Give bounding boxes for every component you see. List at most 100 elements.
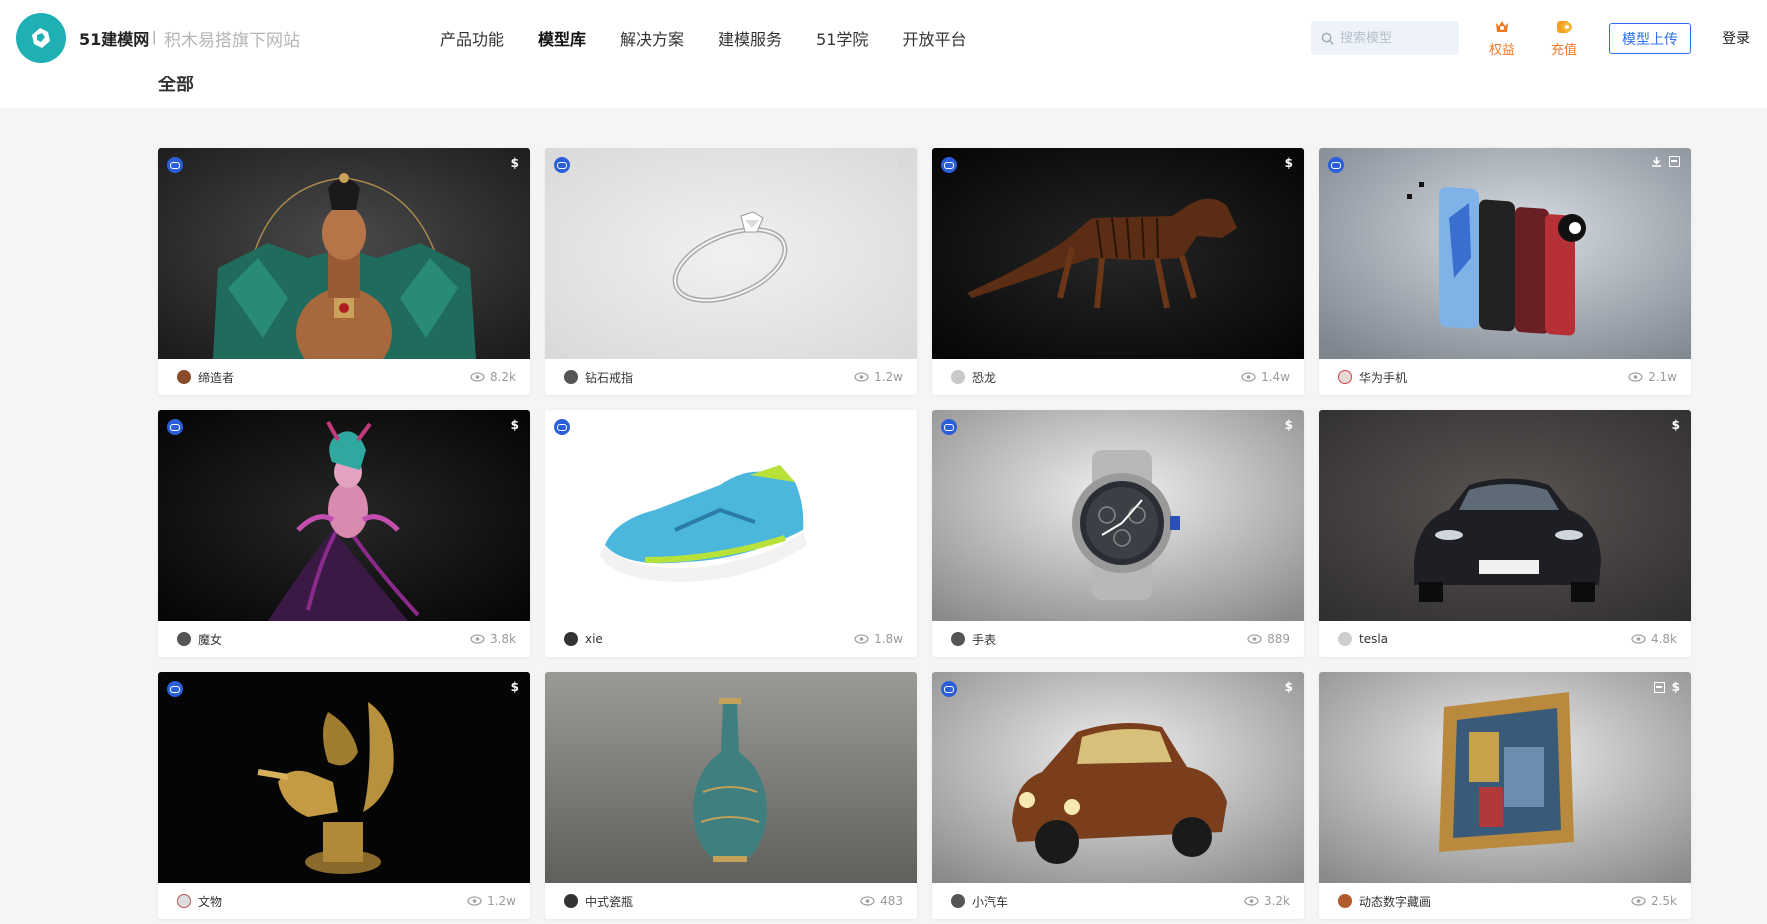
- card-footer: tesla 4.8k: [1319, 621, 1691, 657]
- nav-item-academy[interactable]: 51学院: [816, 26, 868, 50]
- model-card[interactable]: $ 文物 1.2w: [158, 672, 530, 919]
- view-count-value: 1.2w: [487, 894, 516, 908]
- framed-painting-model-image: [1319, 672, 1691, 883]
- model-card[interactable]: xie 1.8w: [545, 410, 917, 657]
- card-footer: 恐龙 1.4w: [932, 359, 1304, 395]
- author-avatar[interactable]: [564, 632, 578, 646]
- author-avatar[interactable]: [177, 370, 191, 384]
- nav-item-open-platform[interactable]: 开放平台: [902, 26, 966, 50]
- view-count-value: 2.5k: [1650, 894, 1677, 908]
- rights-link[interactable]: 权益: [1489, 17, 1515, 58]
- author-avatar[interactable]: [951, 894, 965, 908]
- model-name[interactable]: 手表: [972, 631, 1247, 648]
- card-tags: $: [1285, 156, 1293, 170]
- view-count-value: 483: [880, 894, 903, 908]
- paid-tag: $: [510, 418, 519, 432]
- model-thumbnail[interactable]: $: [932, 410, 1304, 621]
- search-box[interactable]: [1311, 21, 1459, 55]
- paid-tag: $: [1284, 680, 1293, 694]
- author-avatar[interactable]: [1338, 370, 1352, 384]
- model-card[interactable]: $ tesla 4.8k: [1319, 410, 1691, 657]
- model-thumbnail[interactable]: [545, 672, 917, 883]
- card-footer: 小汽车 3.2k: [932, 883, 1304, 919]
- author-avatar[interactable]: [1338, 632, 1352, 646]
- vr-badge: [941, 419, 957, 435]
- nav-item-modeling-service[interactable]: 建模服务: [718, 26, 782, 50]
- view-count-value: 1.8w: [874, 632, 903, 646]
- model-thumbnail[interactable]: $: [158, 148, 530, 359]
- paid-tag: $: [1671, 680, 1680, 694]
- login-link[interactable]: 登录: [1722, 28, 1750, 48]
- relic-model-image: [158, 672, 530, 883]
- model-thumbnail[interactable]: [1319, 148, 1691, 359]
- model-name[interactable]: 缔造者: [198, 369, 470, 386]
- model-name[interactable]: 钻石戒指: [585, 369, 854, 386]
- paid-tag: $: [1284, 156, 1293, 170]
- nav-item-model-library[interactable]: 模型库: [538, 26, 586, 50]
- view-count: 8.2k: [470, 370, 516, 384]
- view-count-value: 3.8k: [489, 632, 516, 646]
- model-thumbnail[interactable]: [545, 410, 917, 621]
- brand-separator: |: [152, 30, 157, 45]
- author-avatar[interactable]: [177, 894, 191, 908]
- eye-icon: [467, 896, 482, 906]
- vr-badge: [167, 681, 183, 697]
- view-count-value: 889: [1267, 632, 1290, 646]
- model-card[interactable]: $ 恐龙 1.4w: [932, 148, 1304, 395]
- nav-item-product-features[interactable]: 产品功能: [440, 26, 504, 50]
- card-tags: $: [511, 418, 519, 432]
- model-thumbnail[interactable]: $: [1319, 410, 1691, 621]
- model-card[interactable]: 华为手机 2.1w: [1319, 148, 1691, 395]
- model-card[interactable]: $ 小汽车 3.2k: [932, 672, 1304, 919]
- card-tags: $: [1285, 680, 1293, 694]
- author-avatar[interactable]: [951, 370, 965, 384]
- author-avatar[interactable]: [1338, 894, 1352, 908]
- recharge-link[interactable]: 充值: [1551, 17, 1577, 58]
- film-icon: [1669, 156, 1680, 167]
- model-card[interactable]: $ 手表 889: [932, 410, 1304, 657]
- eye-icon: [1631, 634, 1646, 644]
- model-name[interactable]: xie: [585, 632, 854, 646]
- model-thumbnail[interactable]: $: [158, 410, 530, 621]
- upload-model-button[interactable]: 模型上传: [1609, 23, 1691, 54]
- view-count: 2.1w: [1628, 370, 1677, 384]
- model-name[interactable]: 中式瓷瓶: [585, 893, 860, 910]
- author-avatar[interactable]: [951, 632, 965, 646]
- model-card[interactable]: $ 钻石戒指 1.2w: [545, 148, 917, 395]
- model-thumbnail[interactable]: $: [932, 148, 1304, 359]
- model-name[interactable]: 小汽车: [972, 893, 1244, 910]
- model-name[interactable]: 文物: [198, 893, 467, 910]
- site-logo[interactable]: [16, 13, 66, 63]
- model-thumbnail[interactable]: $: [545, 148, 917, 359]
- model-name[interactable]: 魔女: [198, 631, 470, 648]
- vr-badge: [941, 681, 957, 697]
- main-nav: 产品功能 模型库 解决方案 建模服务 51学院 开放平台: [440, 26, 1000, 50]
- card-tags: $: [1285, 418, 1293, 432]
- model-card[interactable]: 中式瓷瓶 483: [545, 672, 917, 919]
- author-avatar[interactable]: [564, 370, 578, 384]
- eye-icon: [1247, 634, 1262, 644]
- model-card[interactable]: $ 动态数字藏画 2.5k: [1319, 672, 1691, 919]
- model-thumbnail[interactable]: $: [932, 672, 1304, 883]
- card-footer: 魔女 3.8k: [158, 621, 530, 657]
- card-tags: $: [511, 680, 519, 694]
- tesla-model-image: [1319, 410, 1691, 621]
- model-name[interactable]: 华为手机: [1359, 369, 1628, 386]
- nav-item-solutions[interactable]: 解决方案: [620, 26, 684, 50]
- vr-badge: [1328, 157, 1344, 173]
- paid-tag: $: [897, 156, 906, 170]
- model-name[interactable]: 恐龙: [972, 369, 1241, 386]
- author-avatar[interactable]: [177, 632, 191, 646]
- vase-model-image: [545, 672, 917, 883]
- model-card[interactable]: $ 魔女 3.8k: [158, 410, 530, 657]
- model-name[interactable]: tesla: [1359, 632, 1631, 646]
- model-thumbnail[interactable]: $: [1319, 672, 1691, 883]
- card-footer: 华为手机 2.1w: [1319, 359, 1691, 395]
- search-input[interactable]: [1340, 30, 1450, 46]
- model-name[interactable]: 动态数字藏画: [1359, 893, 1631, 910]
- card-footer: 动态数字藏画 2.5k: [1319, 883, 1691, 919]
- model-thumbnail[interactable]: $: [158, 672, 530, 883]
- brand-name[interactable]: 51建模网: [79, 26, 149, 50]
- author-avatar[interactable]: [564, 894, 578, 908]
- model-card[interactable]: $ 缔造者 8.2k: [158, 148, 530, 395]
